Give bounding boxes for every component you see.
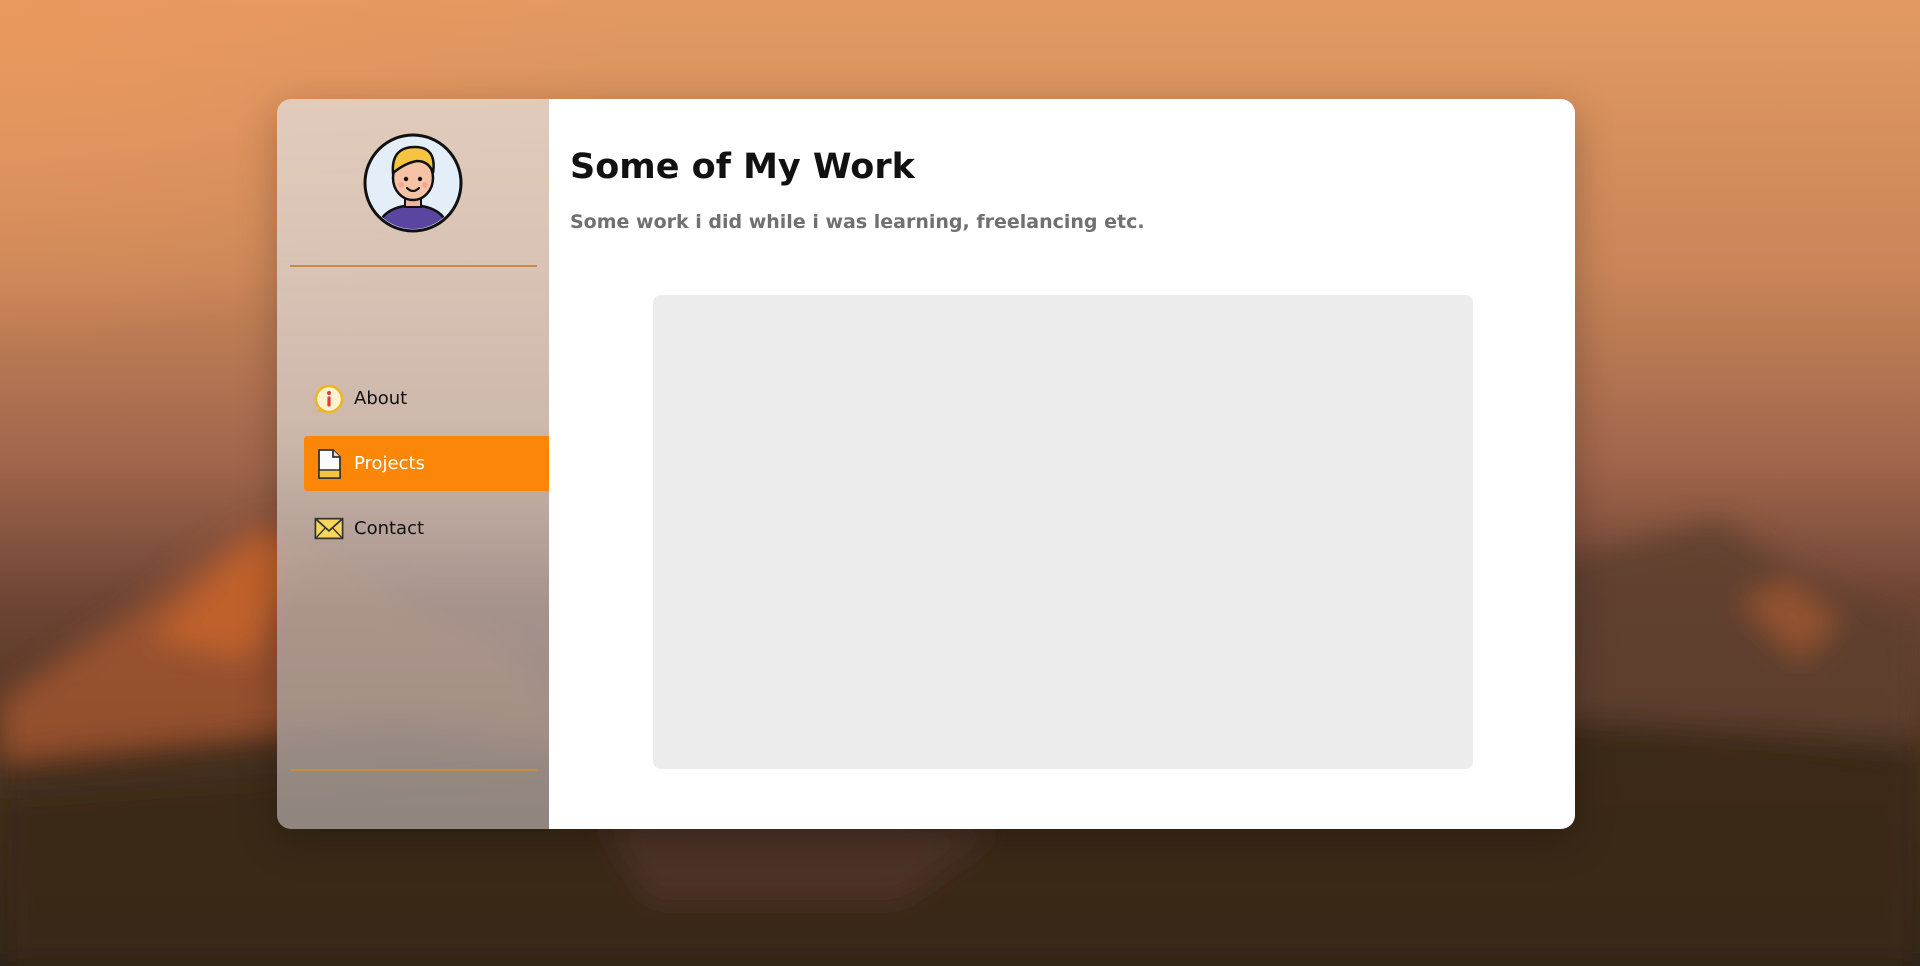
page-subtitle: Some work i did while i was learning, fr… — [570, 211, 1145, 233]
mail-icon — [314, 514, 344, 544]
page-title: Some of My Work — [570, 147, 915, 187]
avatar — [363, 133, 463, 233]
sidebar-divider-top — [290, 265, 537, 267]
sidebar: About Projects Contact — [277, 99, 549, 829]
sidebar-item-about[interactable]: About — [304, 371, 549, 426]
avatar-boy-icon — [363, 133, 463, 233]
sidebar-item-projects[interactable]: Projects — [304, 436, 549, 491]
main-content: Some of My Work Some work i did while i … — [549, 99, 1575, 829]
info-icon — [314, 384, 344, 414]
sidebar-divider-bottom — [290, 769, 537, 771]
sidebar-item-label: Projects — [354, 453, 425, 474]
project-placeholder — [653, 295, 1473, 769]
sidebar-item-contact[interactable]: Contact — [304, 501, 549, 556]
sidebar-item-label: About — [354, 388, 408, 409]
file-icon — [314, 448, 344, 479]
sidebar-nav: About Projects Contact — [304, 371, 549, 566]
sidebar-item-label: Contact — [354, 518, 425, 539]
main-card: About Projects Contact Some of My Work S… — [277, 99, 1575, 829]
